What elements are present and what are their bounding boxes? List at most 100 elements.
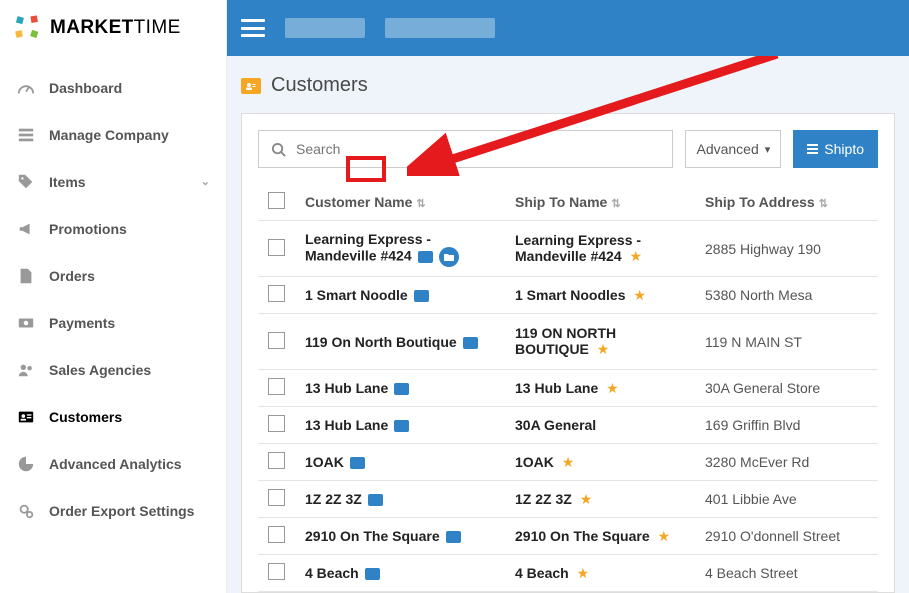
col-customer-name[interactable]: Customer Name⇅: [295, 184, 505, 221]
tags-icon: [16, 172, 36, 192]
ship-to-name: Learning Express - Mandeville #424: [515, 232, 641, 264]
shipto-button[interactable]: Shipto: [793, 130, 878, 168]
sidebar-item-customers[interactable]: Customers: [0, 393, 226, 440]
sidebar-item-order-export-settings[interactable]: Order Export Settings: [0, 487, 226, 534]
page-title: Customers: [241, 74, 895, 97]
money-icon: [16, 313, 36, 333]
menu-toggle[interactable]: [241, 19, 265, 37]
row-checkbox[interactable]: [268, 285, 285, 302]
redacted-text: [385, 18, 495, 38]
ship-to-address: 30A General Store: [695, 370, 878, 407]
id-card-icon: [446, 531, 461, 543]
id-card-icon: [418, 251, 433, 263]
sidebar-item-orders[interactable]: Orders: [0, 252, 226, 299]
row-checkbox[interactable]: [268, 239, 285, 256]
col-ship-to-address[interactable]: Ship To Address⇅: [695, 184, 878, 221]
document-icon: [16, 266, 36, 286]
sidebar-item-label: Dashboard: [49, 80, 122, 96]
ship-to-address: 2910 O'donnell Street: [695, 518, 878, 555]
list-icon: [16, 125, 36, 145]
col-ship-to-name[interactable]: Ship To Name⇅: [505, 184, 695, 221]
row-checkbox[interactable]: [268, 378, 285, 395]
sidebar-item-label: Promotions: [49, 221, 127, 237]
star-icon: ★: [580, 491, 593, 507]
megaphone-icon: [16, 219, 36, 239]
advanced-label: Advanced: [696, 141, 758, 157]
sidebar-item-manage-company[interactable]: Manage Company: [0, 111, 226, 158]
table-row[interactable]: 13 Hub Lane30A General169 Griffin Blvd: [258, 407, 878, 444]
logo-mark-icon: [14, 14, 42, 42]
advanced-button[interactable]: Advanced ▾: [685, 130, 781, 168]
customer-name: 2910 On The Square: [305, 528, 440, 544]
id-card-icon: [241, 78, 261, 94]
star-icon: ★: [597, 341, 610, 357]
sort-icon: ⇅: [416, 198, 425, 210]
chevron-down-icon: ▾: [765, 143, 771, 156]
gears-icon: [16, 501, 36, 521]
main-content: Customers Advanced ▾ Shipto: [227, 56, 909, 593]
ship-to-name: 4 Beach: [515, 565, 569, 581]
sidebar: Dashboard Manage Company Items⌄ Promotions O…: [0, 56, 227, 593]
sidebar-item-promotions[interactable]: Promotions: [0, 205, 226, 252]
ship-to-address: 5380 North Mesa: [695, 277, 878, 314]
id-card-icon: [350, 457, 365, 469]
sidebar-item-label: Customers: [49, 409, 122, 425]
sidebar-item-label: Advanced Analytics: [49, 456, 182, 472]
sidebar-item-items[interactable]: Items⌄: [0, 158, 226, 205]
row-checkbox[interactable]: [268, 489, 285, 506]
redacted-text: [285, 18, 365, 38]
sidebar-item-label: Order Export Settings: [49, 503, 194, 519]
ship-to-name: 13 Hub Lane: [515, 380, 598, 396]
ship-to-address: 2885 Highway 190: [695, 221, 878, 277]
chevron-down-icon: ⌄: [201, 175, 210, 188]
star-icon: ★: [577, 565, 590, 581]
sidebar-item-label: Payments: [49, 315, 115, 331]
ship-to-address: 4 Beach Street: [695, 555, 878, 592]
table-row[interactable]: 4 Beach4 Beach ★4 Beach Street: [258, 555, 878, 592]
table-row[interactable]: Learning Express - Mandeville #424 Learni…: [258, 221, 878, 277]
logo: MARKETTIME: [0, 0, 227, 56]
star-icon: ★: [606, 380, 619, 396]
customer-name: 13 Hub Lane: [305, 380, 388, 396]
row-checkbox[interactable]: [268, 526, 285, 543]
sidebar-item-dashboard[interactable]: Dashboard: [0, 64, 226, 111]
id-card-icon: [16, 407, 36, 427]
row-checkbox[interactable]: [268, 415, 285, 432]
sidebar-item-sales-agencies[interactable]: Sales Agencies: [0, 346, 226, 393]
id-card-icon: [394, 420, 409, 432]
ship-to-address: 169 Griffin Blvd: [695, 407, 878, 444]
people-icon: [16, 360, 36, 380]
customer-name: 1OAK: [305, 454, 344, 470]
ship-to-name: 2910 On The Square: [515, 528, 650, 544]
row-checkbox[interactable]: [268, 452, 285, 469]
id-card-icon: [365, 568, 380, 580]
table-row[interactable]: 13 Hub Lane 13 Hub Lane ★ 30A General Stor…: [258, 370, 878, 407]
sidebar-item-label: Manage Company: [49, 127, 169, 143]
customers-table: Customer Name⇅ Ship To Name⇅ Ship To Add…: [258, 184, 878, 592]
select-all-checkbox[interactable]: [268, 192, 285, 209]
table-row[interactable]: 119 On North Boutique119 ON NORTH BOUTIQ…: [258, 314, 878, 370]
ship-to-name: 30A General: [515, 417, 596, 433]
table-row[interactable]: 1Z 2Z 3Z1Z 2Z 3Z ★401 Libbie Ave: [258, 481, 878, 518]
sidebar-item-payments[interactable]: Payments: [0, 299, 226, 346]
table-row[interactable]: 1OAK1OAK ★3280 McEver Rd: [258, 444, 878, 481]
search-box[interactable]: [258, 130, 673, 168]
row-checkbox[interactable]: [268, 563, 285, 580]
table-row[interactable]: 1 Smart Noodle 1 Smart Noodles ★ 5380 Nort…: [258, 277, 878, 314]
customer-name: 119 On North Boutique: [305, 334, 457, 350]
customer-name: 1 Smart Noodle: [305, 287, 408, 303]
sort-icon: ⇅: [819, 198, 828, 210]
table-row[interactable]: 2910 On The Square 2910 On The Square ★ 29…: [258, 518, 878, 555]
customer-name: Learning Express - Mandeville #424: [305, 231, 431, 264]
star-icon: ★: [658, 528, 671, 544]
folder-icon[interactable]: [439, 247, 459, 267]
sidebar-item-advanced-analytics[interactable]: Advanced Analytics: [0, 440, 226, 487]
star-icon: ★: [633, 287, 646, 303]
search-input[interactable]: [296, 141, 660, 157]
id-card-icon: [414, 290, 429, 302]
ship-to-address: 401 Libbie Ave: [695, 481, 878, 518]
shipto-label: Shipto: [824, 141, 864, 157]
ship-to-name: 1 Smart Noodles: [515, 287, 625, 303]
id-card-icon: [368, 494, 383, 506]
row-checkbox[interactable]: [268, 332, 285, 349]
